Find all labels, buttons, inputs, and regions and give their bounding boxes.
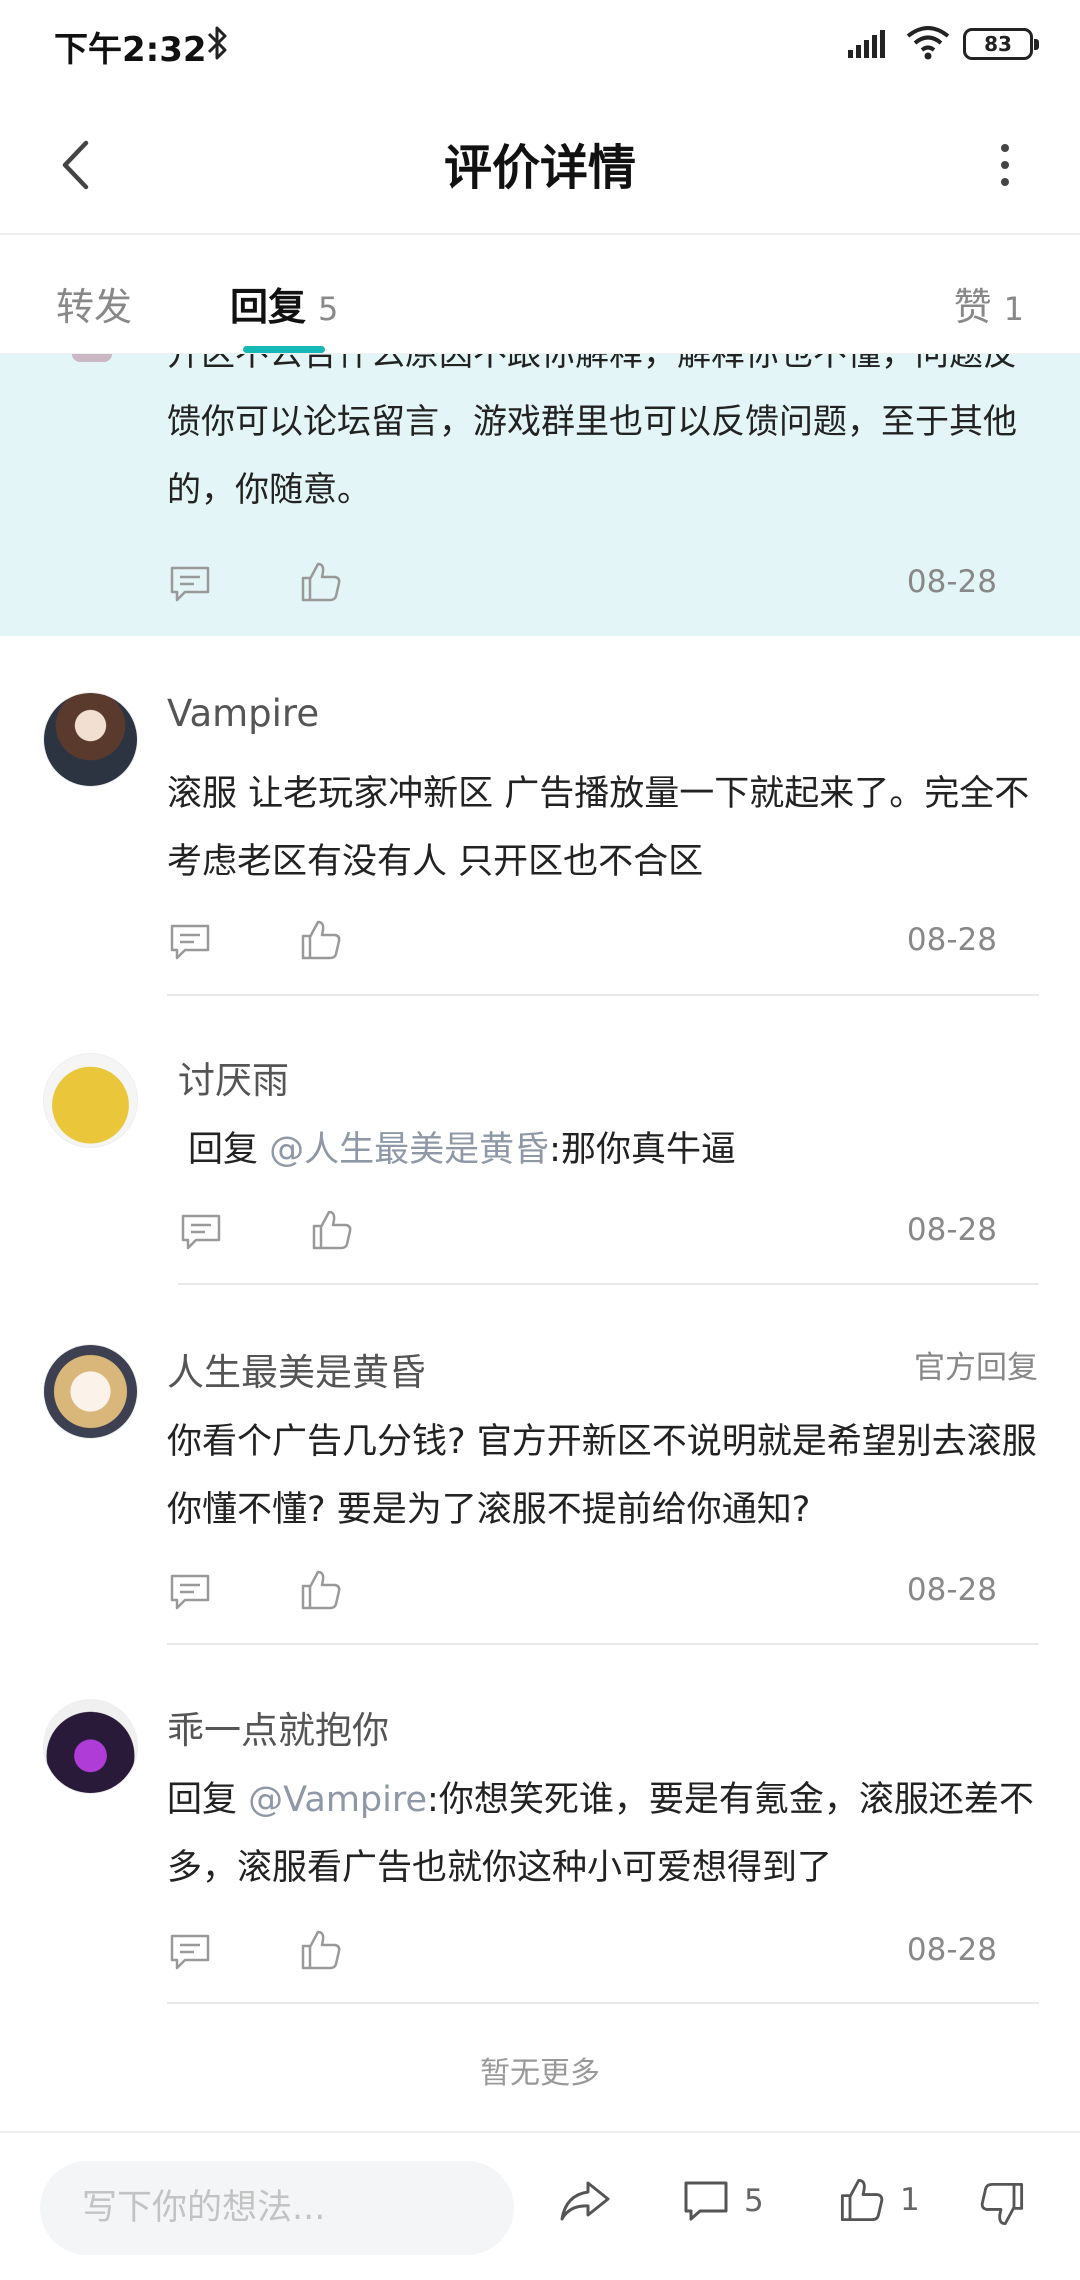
avatar (72, 354, 112, 362)
divider (178, 1283, 1039, 1285)
reply-icon[interactable] (169, 564, 211, 604)
more-dot-icon (1001, 161, 1009, 169)
comment-actions: 08-28 (167, 918, 997, 968)
reply-icon[interactable] (169, 1572, 211, 1612)
username[interactable]: 人生最美是黄昏 (167, 1342, 426, 1396)
tab-like[interactable]: 赞1 (954, 276, 1024, 331)
comment-item: 人生最美是黄昏 官方回复 你看个广告几分钱? 官方开新区不说明就是希望别去滚服你… (0, 1286, 1080, 1646)
comment-date: 08-28 (906, 922, 997, 958)
comment-actions: 08-28 (178, 1208, 997, 1258)
reply-icon[interactable] (180, 1212, 222, 1252)
official-reply-badge: 官方回复 (914, 1350, 1038, 1386)
tab-count: 5 (318, 290, 339, 328)
no-more-text: 暂无更多 (480, 2056, 600, 2091)
comment-count-button[interactable]: 5 (682, 2177, 764, 2225)
divider (167, 1643, 1039, 1645)
share-icon (560, 2181, 610, 2221)
comment-text: 滚服 让老玩家冲新区 广告播放量一下就起来了。完全不考虑老区有没有人 只开区也不… (167, 774, 1030, 882)
tab-count: 1 (1003, 290, 1024, 328)
comment-text: 你看个广告几分钱? 官方开新区不说明就是希望别去滚服你懂不懂? 要是为了滚服不提… (167, 1422, 1037, 1530)
like-count-button[interactable]: 1 (838, 2175, 920, 2225)
reply-prefix: 回复 (188, 1130, 259, 1170)
avatar[interactable] (43, 1699, 138, 1794)
more-dot-icon (1001, 144, 1009, 152)
like-icon[interactable] (299, 1928, 343, 1972)
battery-icon: 83 (963, 28, 1039, 60)
comment-text: 开区不公告什么原因不跟你解释，解释你也不懂，问题反馈你可以论坛留言，游戏群里也可… (167, 354, 1017, 510)
signal-icon (848, 30, 885, 58)
tab-bar: 转发 回复 5 赞1 (0, 236, 1080, 354)
comment-actions: 08-28 (167, 1928, 997, 1978)
comment-input[interactable]: 写下你的想法... (40, 2161, 514, 2255)
comment-actions: 08-28 (167, 1568, 997, 1618)
avatar[interactable] (43, 1053, 138, 1148)
bottom-action-bar: 写下你的想法... 5 1 (0, 2131, 1080, 2280)
mention-link[interactable]: @人生最美是黄昏 (269, 1130, 549, 1170)
tab-label: 赞 (953, 285, 992, 329)
comment-date: 08-28 (906, 1212, 997, 1248)
reply-icon[interactable] (169, 922, 211, 962)
comment-date: 08-28 (906, 1572, 997, 1608)
page-title: 评价详情 (443, 140, 636, 196)
status-time: 下午2:32 (54, 30, 207, 70)
comment-date: 08-28 (906, 564, 997, 600)
avatar[interactable] (43, 692, 138, 787)
comment-text: 回复 @人生最美是黄昏:那你真牛逼 (188, 1116, 1048, 1184)
title-bar: 评价详情 (0, 90, 1080, 235)
tab-reply[interactable]: 回复 5 (230, 276, 338, 331)
comment-text: 回复 @Vampire:你想笑死谁，要是有氪金，滚服还差不多，滚服看广告也就你这… (167, 1766, 1047, 1902)
dislike-button[interactable] (978, 2179, 1026, 2233)
reply-icon[interactable] (169, 1932, 211, 1972)
username[interactable]: Vampire (167, 692, 319, 735)
more-dot-icon (1001, 178, 1009, 186)
more-options-button[interactable] (985, 135, 1025, 195)
comment-icon (684, 2181, 728, 2221)
like-icon[interactable] (299, 560, 343, 604)
tab-label: 转发 (56, 285, 133, 329)
bluetooth-icon (207, 26, 227, 60)
share-button[interactable] (558, 2177, 612, 2229)
reply-body: :那你真牛逼 (549, 1130, 736, 1170)
comment-item: 乖一点就抱你 回复 @Vampire:你想笑死谁，要是有氪金，滚服还差不多，滚服… (0, 1646, 1080, 2006)
like-icon[interactable] (299, 918, 343, 962)
comment-actions: 08-28 (167, 560, 997, 610)
like-icon[interactable] (299, 1568, 343, 1612)
wifi-icon (906, 26, 950, 60)
status-bar: 下午2:32 83 (0, 0, 1080, 90)
like-icon (840, 2178, 884, 2222)
like-count: 1 (900, 2182, 920, 2218)
divider (167, 994, 1039, 996)
tab-label: 回复 (230, 285, 307, 329)
highlighted-comment: 开区不公告什么原因不跟你解释，解释你也不懂，问题反馈你可以论坛留言，游戏群里也可… (0, 354, 1080, 636)
username[interactable]: 讨厌雨 (178, 1050, 289, 1104)
tab-forward[interactable]: 转发 (56, 276, 132, 331)
like-icon[interactable] (310, 1208, 354, 1252)
comment-date: 08-28 (906, 1932, 997, 1968)
reply-prefix: 回复 (167, 1780, 238, 1820)
divider (167, 2002, 1039, 2004)
dislike-icon (980, 2182, 1024, 2226)
tab-indicator (243, 346, 325, 353)
username[interactable]: 乖一点就抱你 (167, 1700, 389, 1754)
avatar[interactable] (43, 1344, 138, 1439)
comment-count: 5 (744, 2183, 764, 2219)
comment-item: 讨厌雨 回复 @人生最美是黄昏:那你真牛逼 08-28 (0, 998, 1080, 1286)
comment-item: Vampire 滚服 让老玩家冲新区 广告播放量一下就起来了。完全不考虑老区有没… (0, 636, 1080, 998)
mention-link[interactable]: @Vampire (248, 1780, 427, 1820)
